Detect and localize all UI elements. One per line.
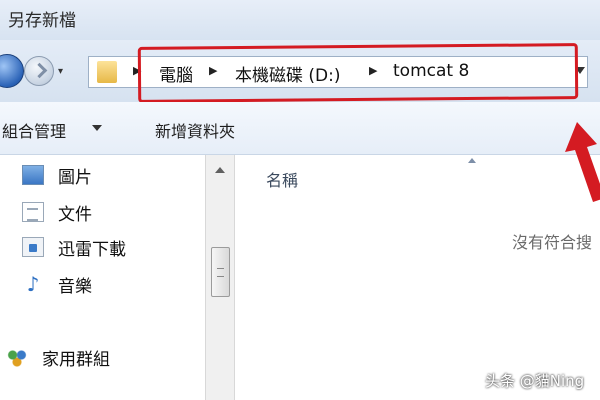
nav-item-homegroup[interactable]: 家用群組 <box>6 345 176 370</box>
nav-item-downloads[interactable]: 迅雷下載 <box>22 235 172 260</box>
annotation-red-box <box>137 43 579 103</box>
downloads-icon <box>22 237 44 257</box>
homegroup-icon <box>6 347 28 367</box>
recent-pages-dropdown[interactable]: ▾ <box>58 66 63 77</box>
nav-item-label: 家用群組 <box>42 350 110 370</box>
nav-item-music[interactable]: ♪ 音樂 <box>22 272 172 297</box>
new-folder-button[interactable]: 新增資料夾 <box>155 118 235 142</box>
toolbar: 組合管理 新增資料夾 <box>0 102 600 155</box>
folder-icon <box>97 61 117 83</box>
navigation-pane: 圖片 文件 迅雷下載 ♪ 音樂 家用群組 <box>0 155 205 400</box>
title-bar: 另存新檔 <box>0 0 600 40</box>
forward-button[interactable] <box>24 56 54 86</box>
nav-item-label: 迅雷下載 <box>58 240 126 260</box>
nav-item-label: 文件 <box>58 205 92 225</box>
nav-item-documents[interactable]: 文件 <box>22 200 172 225</box>
sort-ascending-icon <box>468 158 476 163</box>
nav-scrollbar[interactable] <box>205 155 235 400</box>
nav-item-pictures[interactable]: 圖片 <box>22 163 172 188</box>
watermark: 头条 @貓Ning <box>485 372 585 390</box>
file-list: 名稱 沒有符合搜 <box>236 155 600 400</box>
scroll-up-icon[interactable] <box>215 167 225 173</box>
chevron-down-icon[interactable] <box>92 125 102 131</box>
nav-item-label: 音樂 <box>58 277 92 297</box>
music-icon: ♪ <box>26 272 40 296</box>
organize-button[interactable]: 組合管理 <box>2 118 66 142</box>
scrollbar-thumb[interactable] <box>211 247 230 297</box>
column-header-name[interactable]: 名稱 <box>266 167 298 191</box>
nav-item-label: 圖片 <box>58 168 92 188</box>
back-button[interactable] <box>0 54 24 88</box>
annotation-arrow-icon <box>565 122 600 202</box>
pictures-icon <box>22 165 44 185</box>
window-title: 另存新檔 <box>8 11 76 31</box>
empty-message: 沒有符合搜 <box>512 233 593 252</box>
documents-icon <box>22 202 44 222</box>
